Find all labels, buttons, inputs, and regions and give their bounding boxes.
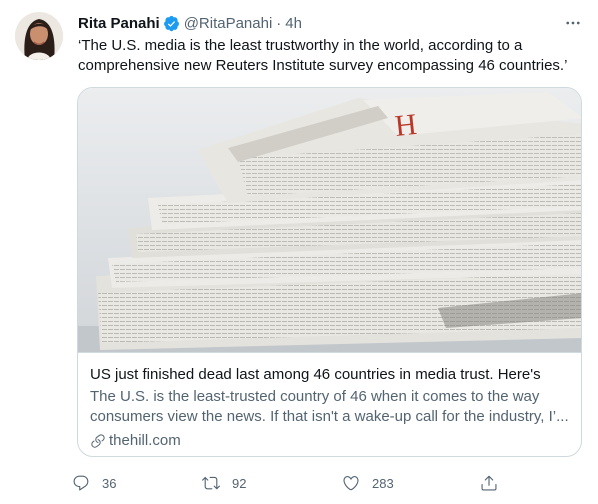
- tweet-header: Rita Panahi @RitaPanahi · 4h: [78, 13, 302, 33]
- more-icon[interactable]: [562, 12, 584, 34]
- author-handle[interactable]: @RitaPanahi: [184, 15, 273, 32]
- retweet-button[interactable]: 92: [202, 471, 246, 495]
- share-button[interactable]: [480, 471, 498, 495]
- like-button[interactable]: 283: [342, 471, 394, 495]
- separator: ·: [276, 14, 282, 32]
- link-icon: [91, 434, 105, 448]
- tweet[interactable]: Rita Panahi @RitaPanahi · 4h ‘The U.S. m…: [0, 0, 598, 504]
- card-image[interactable]: H: [78, 88, 581, 352]
- card-domain[interactable]: thehill.com: [90, 431, 571, 451]
- card-domain-text[interactable]: thehill.com: [109, 431, 181, 451]
- card-description: The U.S. is the least-trusted country of…: [90, 388, 569, 425]
- reply-count: 36: [102, 475, 117, 491]
- reply-icon: [73, 475, 89, 491]
- retweet-icon: [202, 476, 220, 490]
- like-icon: [343, 476, 359, 491]
- avatar[interactable]: [15, 12, 63, 60]
- link-card[interactable]: H US just finished dead last among 46 co…: [77, 87, 582, 457]
- share-icon: [481, 475, 497, 491]
- like-count: 283: [372, 475, 394, 491]
- timestamp[interactable]: 4h: [285, 15, 302, 32]
- action-bar: 36 92 283: [72, 471, 512, 495]
- verified-badge-icon: [163, 15, 180, 32]
- reply-button[interactable]: 36: [72, 471, 116, 495]
- card-body[interactable]: US just finished dead last among 46 coun…: [78, 352, 581, 451]
- author-name[interactable]: Rita Panahi: [78, 15, 160, 32]
- retweet-count: 92: [232, 475, 247, 491]
- tweet-text: ‘The U.S. media is the least trustworthy…: [78, 37, 568, 74]
- card-title[interactable]: US just finished dead last among 46 coun…: [90, 365, 571, 385]
